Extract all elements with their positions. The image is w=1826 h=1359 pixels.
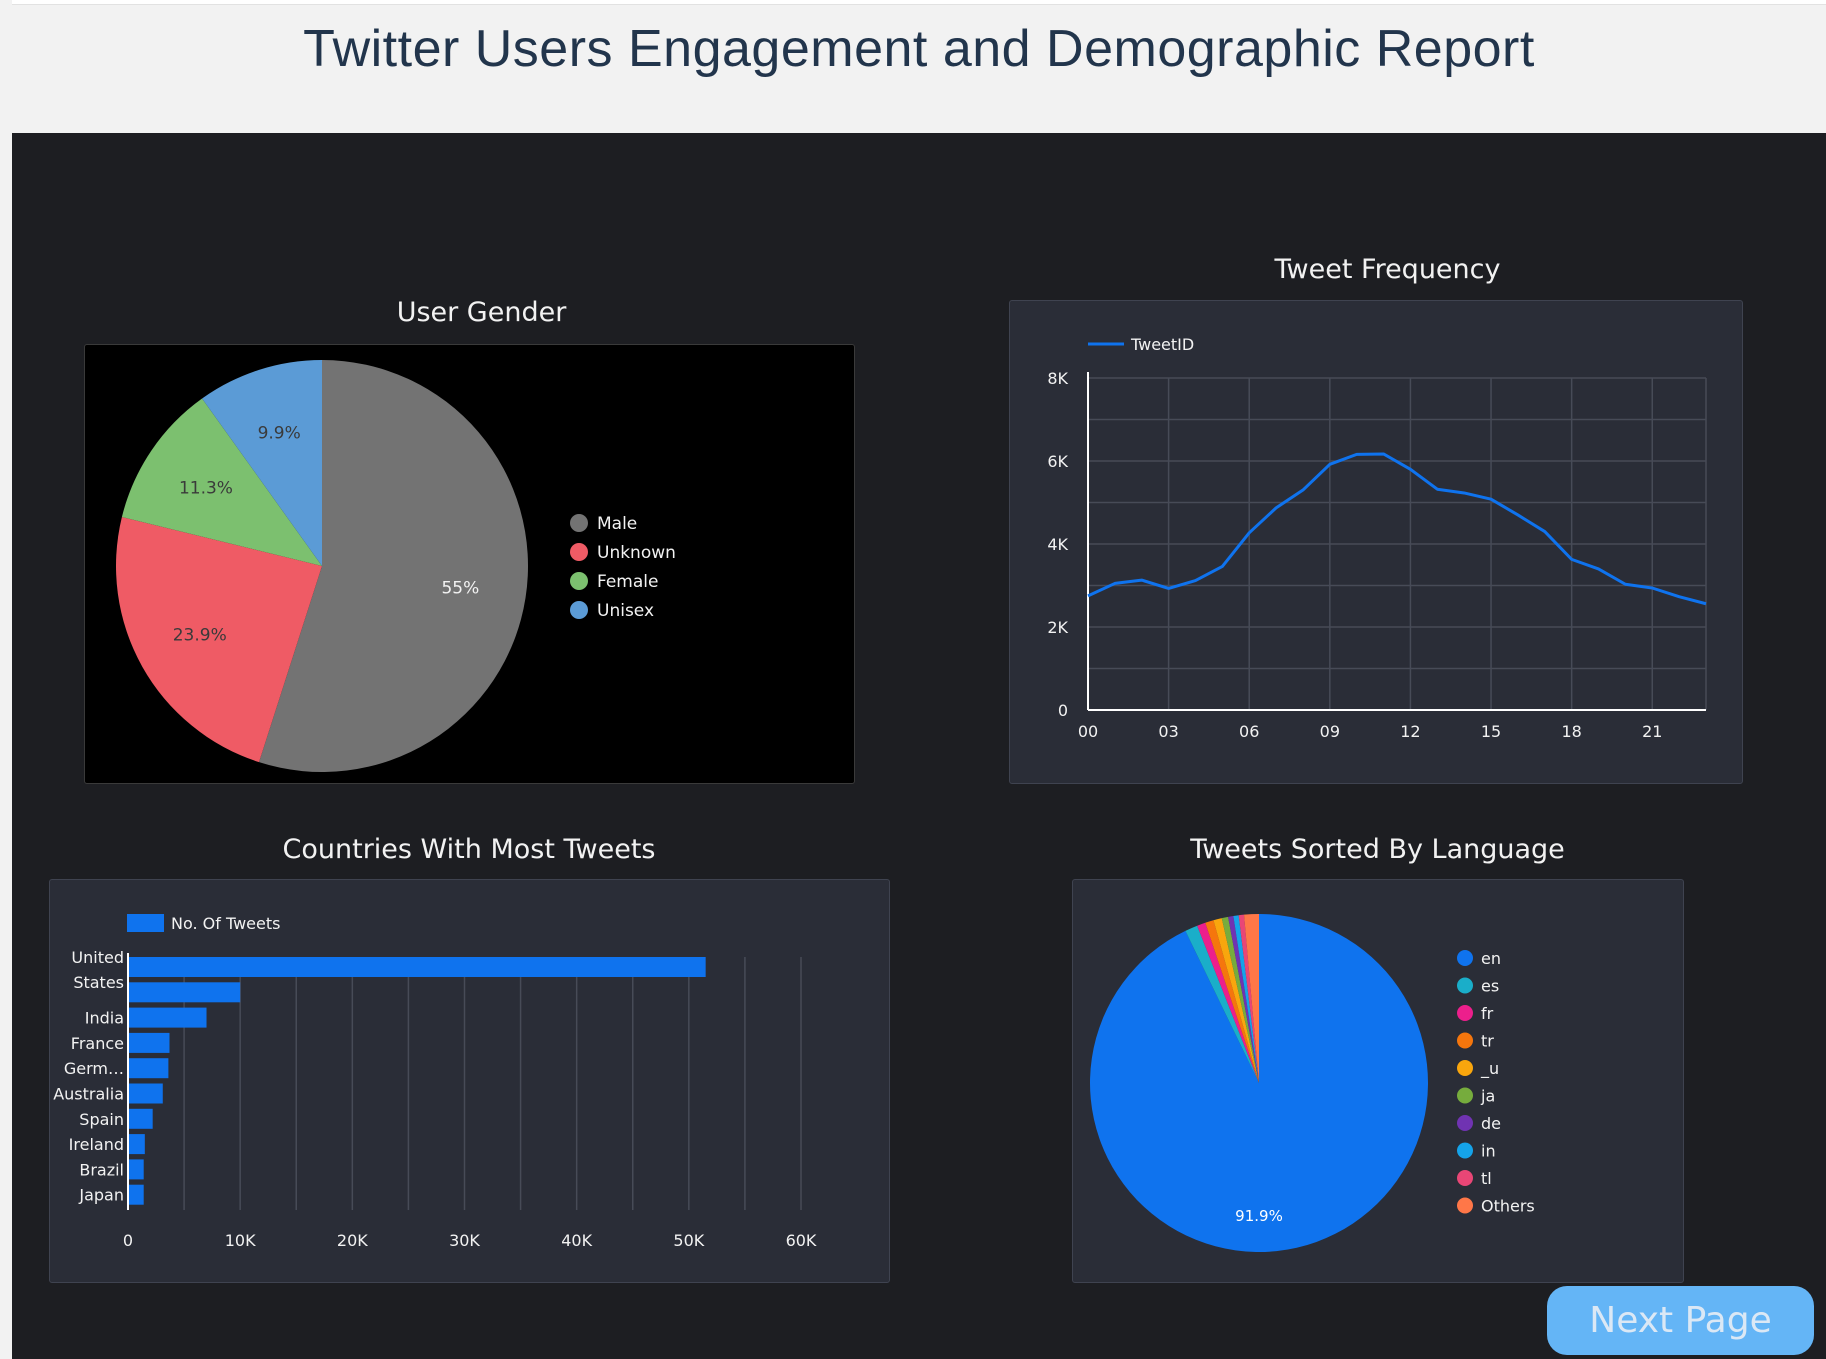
- countries-x-tick-label: 60K: [786, 1231, 817, 1250]
- language-legend-label: fr: [1481, 1004, 1494, 1023]
- language-legend-label: tl: [1481, 1169, 1492, 1188]
- countries-x-tick-label: 30K: [449, 1231, 480, 1250]
- frequency-y-tick-label: 8K: [1047, 369, 1068, 388]
- countries-category-label: Ireland: [69, 1135, 124, 1154]
- language-legend-label: Others: [1481, 1197, 1535, 1216]
- gender-pie-chart: 55% 23.9% 11.3% 9.9% Male Unknown Female Unisex: [116, 360, 676, 772]
- frequency-line-chart: 00 03 06 09 12 15 18 21 0 2K 4K 6K 8K TweetID: [1047, 335, 1707, 741]
- countries-category-label: Spain: [79, 1110, 124, 1129]
- countries-category-label: Australia: [53, 1085, 124, 1104]
- language-legend-marker: [1457, 1115, 1473, 1131]
- language-legend-label: in: [1481, 1142, 1496, 1161]
- countries-bar: [128, 1134, 145, 1155]
- gender-legend-marker: [570, 514, 588, 532]
- frequency-x-tick-label: 06: [1239, 722, 1259, 741]
- countries-bar: [128, 982, 241, 1003]
- gender-legend-marker: [570, 572, 588, 590]
- language-legend-marker: [1457, 950, 1473, 966]
- language-legend-marker: [1457, 1197, 1473, 1214]
- gender-slice-value-label: 11.3%: [179, 479, 233, 499]
- language-pie-chart: 91.9% en es fr tr _uja de in tl Others: [1090, 914, 1535, 1252]
- frequency-x-tick-label: 09: [1320, 722, 1340, 741]
- frequency-chart-card: 00 03 06 09 12 15 18 21 0 2K 4K 6K 8K TweetID: [1009, 300, 1743, 784]
- frequency-x-tick-label: 15: [1481, 722, 1501, 741]
- language-legend-label: es: [1481, 977, 1499, 996]
- countries-chart-title: Countries With Most Tweets: [282, 834, 656, 865]
- frequency-y-tick-label: 6K: [1047, 452, 1068, 471]
- countries-category-label: Brazil: [79, 1160, 124, 1179]
- gender-legend-label: Female: [597, 572, 658, 592]
- frequency-y-tick-label: 0: [1058, 701, 1068, 720]
- gender-legend-label: Male: [597, 514, 637, 534]
- gender-legend-label: Unisex: [597, 601, 654, 621]
- language-legend-label: _u: [1480, 1059, 1499, 1079]
- countries-x-tick-label: 40K: [561, 1231, 592, 1250]
- next-page-button[interactable]: Next Page: [1547, 1286, 1814, 1355]
- language-legend-marker: [1457, 1087, 1473, 1104]
- language-legend-marker: [1457, 977, 1473, 994]
- gender-legend-marker: [570, 543, 588, 561]
- countries-bar: [128, 1108, 153, 1129]
- frequency-x-tick-label: 00: [1078, 722, 1098, 741]
- gender-chart-card: 55% 23.9% 11.3% 9.9% Male Unknown Female Unisex: [84, 344, 855, 784]
- countries-bar-chart: 0 10K 20K 30K 40K 50K 60K United States India Fran…: [53, 914, 817, 1250]
- frequency-y-tick-label: 4K: [1047, 535, 1068, 554]
- countries-x-tick-label: 20K: [337, 1231, 368, 1250]
- language-chart-card: 91.9% en es fr tr _uja de in tl Others: [1072, 879, 1684, 1283]
- countries-legend-label: No. Of Tweets: [171, 914, 280, 933]
- page-title: Twitter Users Engagement and Demographic…: [303, 20, 1535, 78]
- countries-x-tick-label: 10K: [225, 1231, 256, 1250]
- countries-bar: [128, 1159, 144, 1180]
- language-legend-marker: [1457, 1032, 1473, 1049]
- language-legend-label: en: [1481, 949, 1501, 968]
- countries-chart-card: 0 10K 20K 30K 40K 50K 60K United States India Fran…: [49, 879, 890, 1283]
- countries-legend-marker: [127, 914, 164, 932]
- frequency-chart-title: Tweet Frequency: [1274, 254, 1501, 285]
- countries-category-label-line: United: [71, 948, 124, 967]
- countries-category-label: France: [71, 1034, 124, 1053]
- language-legend-marker: [1457, 1005, 1473, 1021]
- countries-category-label: United States: [71, 948, 124, 992]
- language-legend-marker: [1457, 1170, 1473, 1186]
- language-legend-label: de: [1481, 1114, 1501, 1133]
- countries-bar: [128, 1184, 144, 1205]
- gender-legend-marker: [570, 601, 588, 619]
- gender-slice-value-label: 55%: [441, 579, 479, 599]
- countries-bar: [128, 1007, 207, 1028]
- countries-bar: [128, 957, 706, 977]
- countries-bar: [128, 1058, 169, 1079]
- frequency-y-tick-label: 2K: [1047, 618, 1068, 637]
- report-header: Twitter Users Engagement and Demographic…: [12, 4, 1826, 133]
- countries-category-label: Japan: [78, 1186, 124, 1205]
- countries-category-label: Germ…: [64, 1059, 124, 1078]
- frequency-legend-label: TweetID: [1130, 335, 1194, 354]
- language-legend-marker: [1457, 1060, 1473, 1076]
- countries-bar: [128, 1083, 163, 1104]
- frequency-series-line: [1087, 452, 1707, 606]
- language-slice-value-label: 91.9%: [1235, 1207, 1283, 1225]
- countries-category-label-line: States: [73, 973, 124, 992]
- language-legend-label: ja: [1480, 1087, 1495, 1106]
- gender-chart-title: User Gender: [396, 297, 567, 328]
- countries-x-tick-label: 50K: [673, 1231, 704, 1250]
- countries-x-tick-label: 0: [123, 1231, 133, 1250]
- countries-bar: [128, 1032, 170, 1053]
- frequency-x-tick-label: 12: [1400, 722, 1420, 741]
- frequency-x-tick-label: 21: [1642, 722, 1662, 741]
- frequency-x-tick-label: 03: [1158, 722, 1178, 741]
- dashboard-canvas: User Gender 55% 23.9% 11.3% 9.9% Male Unknown…: [12, 133, 1826, 1359]
- gender-slice-value-label: 9.9%: [258, 424, 301, 444]
- countries-category-label: India: [85, 1009, 124, 1028]
- language-legend-marker: [1457, 1142, 1473, 1159]
- language-legend-label: tr: [1481, 1032, 1494, 1051]
- gender-slice-value-label: 23.9%: [173, 625, 227, 645]
- frequency-x-tick-label: 18: [1561, 722, 1581, 741]
- gender-legend-label: Unknown: [597, 543, 676, 563]
- left-margin: [0, 0, 12, 1359]
- language-chart-title: Tweets Sorted By Language: [1190, 834, 1565, 865]
